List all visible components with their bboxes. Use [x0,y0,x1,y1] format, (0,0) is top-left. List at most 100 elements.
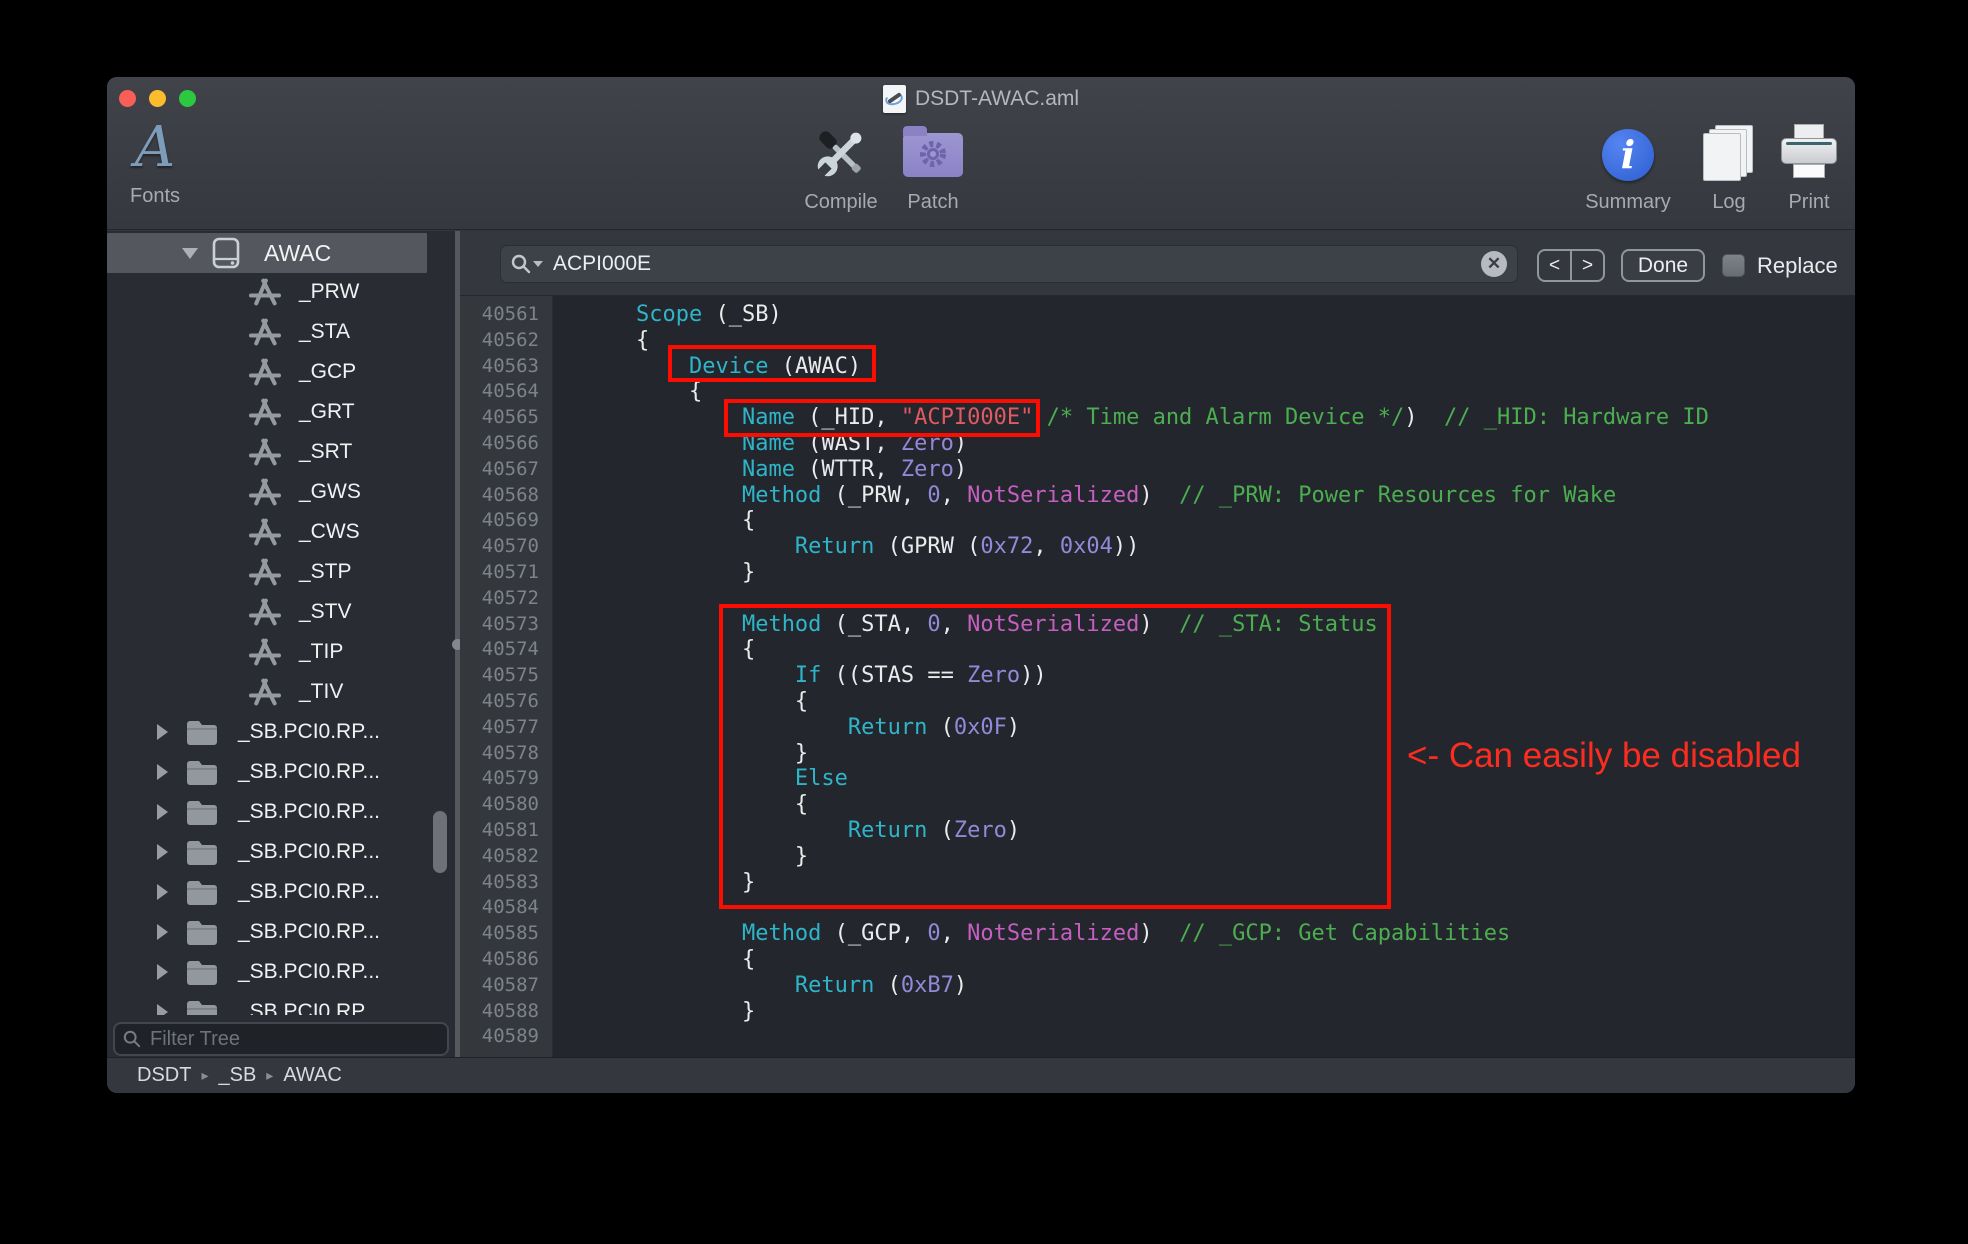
disclosure-closed-icon[interactable] [157,724,168,740]
clear-search-icon[interactable]: ✕ [1481,251,1507,277]
search-field[interactable]: ✕ [500,245,1518,283]
line-number: 40572 [460,586,553,612]
code-text: Else [553,766,848,792]
code-line[interactable]: 40583 } [460,870,1855,896]
tree-item-awac[interactable]: AWAC [107,233,427,273]
code-line[interactable]: 40585 Method (_GCP, 0, NotSerialized) //… [460,921,1855,947]
tree-item-method[interactable]: _PRW [107,272,455,312]
tree-item-folder[interactable]: _SB.PCI0.RP... [107,712,455,752]
code-line[interactable]: 40586 { [460,947,1855,973]
breadcrumb-dsdt[interactable]: DSDT [137,1064,191,1087]
compile-button[interactable]: Compile [779,123,903,214]
disclosure-closed-icon[interactable] [157,964,168,980]
code-line[interactable]: 40571 } [460,560,1855,586]
breadcrumb-awac[interactable]: AWAC [283,1064,342,1087]
tree-item-method[interactable]: _STA [107,312,455,352]
folder-icon [185,998,219,1015]
line-number: 40578 [460,741,553,767]
tree-item-method[interactable]: _GCP [107,352,455,392]
tree-item-folder[interactable]: _SB.PCI0.RP... [107,872,455,912]
code-line[interactable]: 40587 Return (0xB7) [460,973,1855,999]
code-line[interactable]: 40562 { [460,328,1855,354]
tree-item-method[interactable]: _STP [107,552,455,592]
line-number: 40579 [460,766,553,792]
line-number: 40565 [460,405,553,431]
disclosure-closed-icon[interactable] [157,884,168,900]
find-prev-next-control: < > [1537,249,1605,282]
log-button[interactable]: Log [1691,123,1767,214]
code-line[interactable]: 40580 { [460,792,1855,818]
sidebar-scrollbar-thumb[interactable] [433,811,447,873]
code-line[interactable]: 40572 [460,586,1855,612]
tree-item-folder[interactable]: _SB.PCI0.RP... [107,752,455,792]
tree-item-folder[interactable]: _SB.PCI0.RP... [107,912,455,952]
line-number: 40587 [460,973,553,999]
code-line[interactable]: 40584 [460,895,1855,921]
code-line[interactable]: 40575 If ((STAS == Zero)) [460,663,1855,689]
code-line[interactable]: 40568 Method (_PRW, 0, NotSerialized) //… [460,483,1855,509]
code-line[interactable]: 40589 [460,1024,1855,1050]
disclosure-open-icon[interactable] [182,248,198,259]
tree-item-method[interactable]: _TIP [107,632,455,672]
fonts-button[interactable]: A Fonts [119,119,191,208]
summary-button[interactable]: i Summary [1571,123,1685,214]
tree-item-folder[interactable]: _SB.PCI0.RP... [107,992,455,1015]
tree-item-folder[interactable]: _SB.PCI0.RP... [107,792,455,832]
code-line[interactable]: 40564 { [460,379,1855,405]
code-line[interactable]: 40582 } [460,844,1855,870]
code-text: Scope (_SB) [553,302,782,328]
method-icon [249,638,281,666]
breadcrumb-sb[interactable]: _SB [218,1064,256,1087]
tree-item-label: AWAC [264,240,331,267]
code-line[interactable]: 40574 { [460,637,1855,663]
search-input[interactable] [551,251,1481,277]
disclosure-closed-icon[interactable] [157,924,168,940]
code-editor[interactable]: 40561 Scope (_SB)40562 {40563 Device (AW… [460,296,1855,1057]
code-line[interactable]: 40588 } [460,999,1855,1025]
done-button[interactable]: Done [1621,249,1705,282]
tree-item-method[interactable]: _GRT [107,392,455,432]
tree-item-label: _STA [299,320,350,344]
code-line[interactable]: 40573 Method (_STA, 0, NotSerialized) //… [460,612,1855,638]
tree-item-folder[interactable]: _SB.PCI0.RP... [107,832,455,872]
code-line[interactable]: 40569 { [460,508,1855,534]
disclosure-closed-icon[interactable] [157,764,168,780]
tree-item-label: _SB.PCI0.RP... [238,1000,380,1015]
code-line[interactable]: 40581 Return (Zero) [460,818,1855,844]
tree-item-method[interactable]: _STV [107,592,455,632]
code-line[interactable]: 40563 Device (AWAC) [460,354,1855,380]
patch-button[interactable]: Patch [887,123,979,214]
tree-item-folder[interactable]: _SB.PCI0.RP... [107,952,455,992]
line-number: 40585 [460,921,553,947]
find-next-button[interactable]: > [1572,251,1603,280]
tree-item-method[interactable]: _GWS [107,472,455,512]
find-previous-button[interactable]: < [1539,251,1572,280]
tree-item-label: _SB.PCI0.RP... [238,760,380,784]
code-line[interactable]: 40567 Name (WTTR, Zero) [460,457,1855,483]
method-icon [249,318,281,346]
line-number: 40582 [460,844,553,870]
patch-icon [901,123,965,183]
filter-tree-input[interactable] [148,1027,439,1052]
search-scope-chevron-icon[interactable] [533,261,543,267]
filter-tree-field[interactable] [113,1022,449,1056]
code-line[interactable]: 40570 Return (GPRW (0x72, 0x04)) [460,534,1855,560]
disclosure-closed-icon[interactable] [157,804,168,820]
code-text: Method (_GCP, 0, NotSerialized) // _GCP:… [553,921,1510,947]
code-line[interactable]: 40566 Name (WAST, Zero) [460,431,1855,457]
tree-item-method[interactable]: _TIV [107,672,455,712]
code-text: { [553,689,808,715]
code-text: Name (WAST, Zero) [553,431,967,457]
tree-item-method[interactable]: _CWS [107,512,455,552]
code-text: Device (AWAC) [553,354,861,380]
replace-checkbox[interactable] [1722,254,1745,277]
code-line[interactable]: 40565 Name (_HID, "ACPI000E" /* Time and… [460,405,1855,431]
disclosure-closed-icon[interactable] [157,844,168,860]
disclosure-closed-icon[interactable] [157,1004,168,1015]
code-line[interactable]: 40576 { [460,689,1855,715]
compile-icon [809,123,873,183]
folder-icon [185,958,219,986]
tree-item-method[interactable]: _SRT [107,432,455,472]
code-line[interactable]: 40561 Scope (_SB) [460,302,1855,328]
print-button[interactable]: Print [1771,123,1847,214]
